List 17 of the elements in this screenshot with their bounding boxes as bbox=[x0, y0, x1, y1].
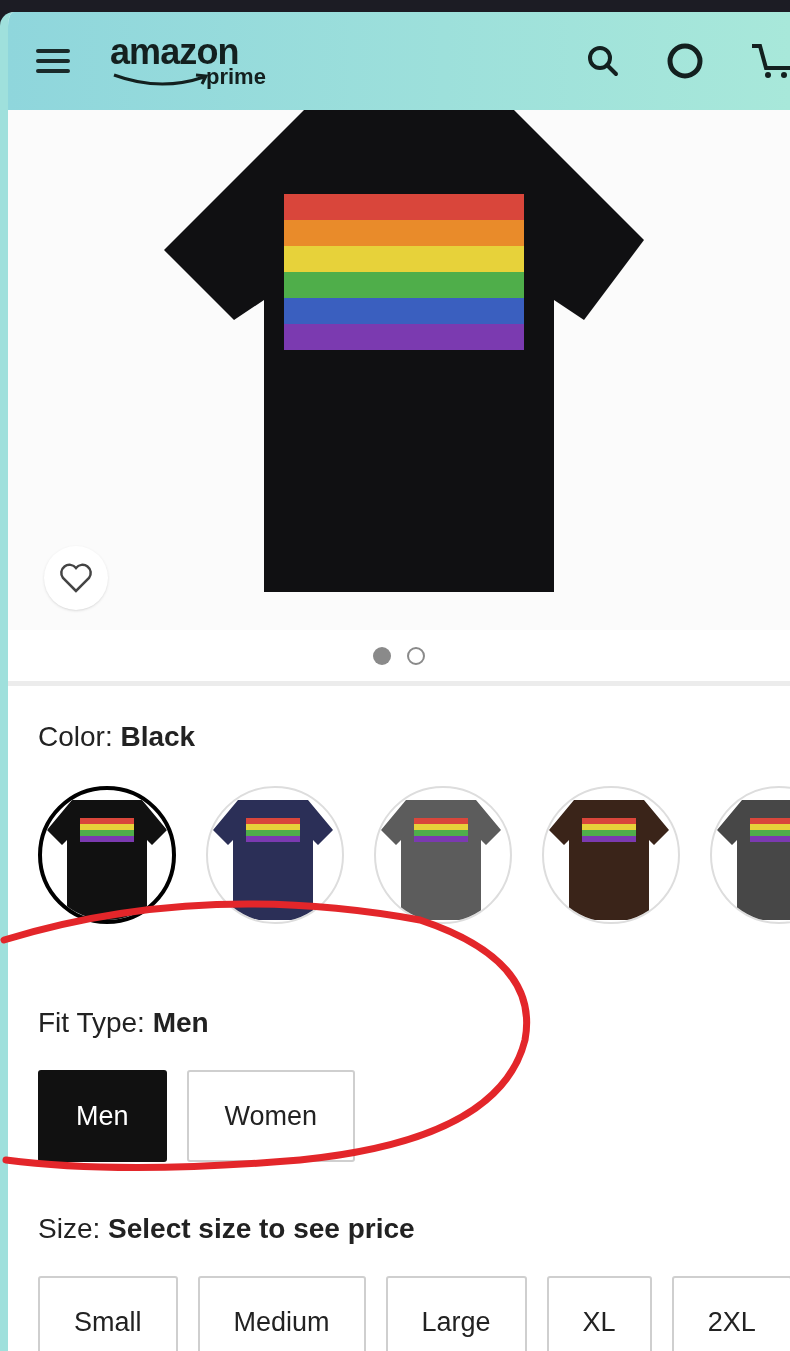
menu-icon[interactable] bbox=[36, 47, 70, 75]
size-option-button[interactable]: 2XL bbox=[671, 1276, 790, 1351]
ring-icon[interactable] bbox=[666, 42, 704, 80]
cart-icon[interactable] bbox=[750, 42, 790, 80]
size-option-button[interactable]: Medium bbox=[197, 1276, 366, 1351]
fit-option-button[interactable]: Men bbox=[38, 1070, 167, 1162]
search-icon[interactable] bbox=[586, 44, 620, 78]
size-option-button[interactable]: Large bbox=[385, 1276, 527, 1351]
heart-icon bbox=[59, 563, 93, 593]
logo-subtext: prime bbox=[206, 66, 266, 88]
fit-type-label: Fit Type: Men bbox=[38, 1006, 210, 1040]
size-option-button[interactable]: Small bbox=[38, 1276, 178, 1351]
favorite-button[interactable] bbox=[44, 546, 108, 610]
color-label: Color: Black bbox=[38, 720, 197, 754]
fit-option-button[interactable]: Women bbox=[186, 1070, 356, 1162]
size-label: Size: Select size to see price bbox=[38, 1212, 416, 1246]
size-option-button[interactable]: XL bbox=[546, 1276, 652, 1351]
